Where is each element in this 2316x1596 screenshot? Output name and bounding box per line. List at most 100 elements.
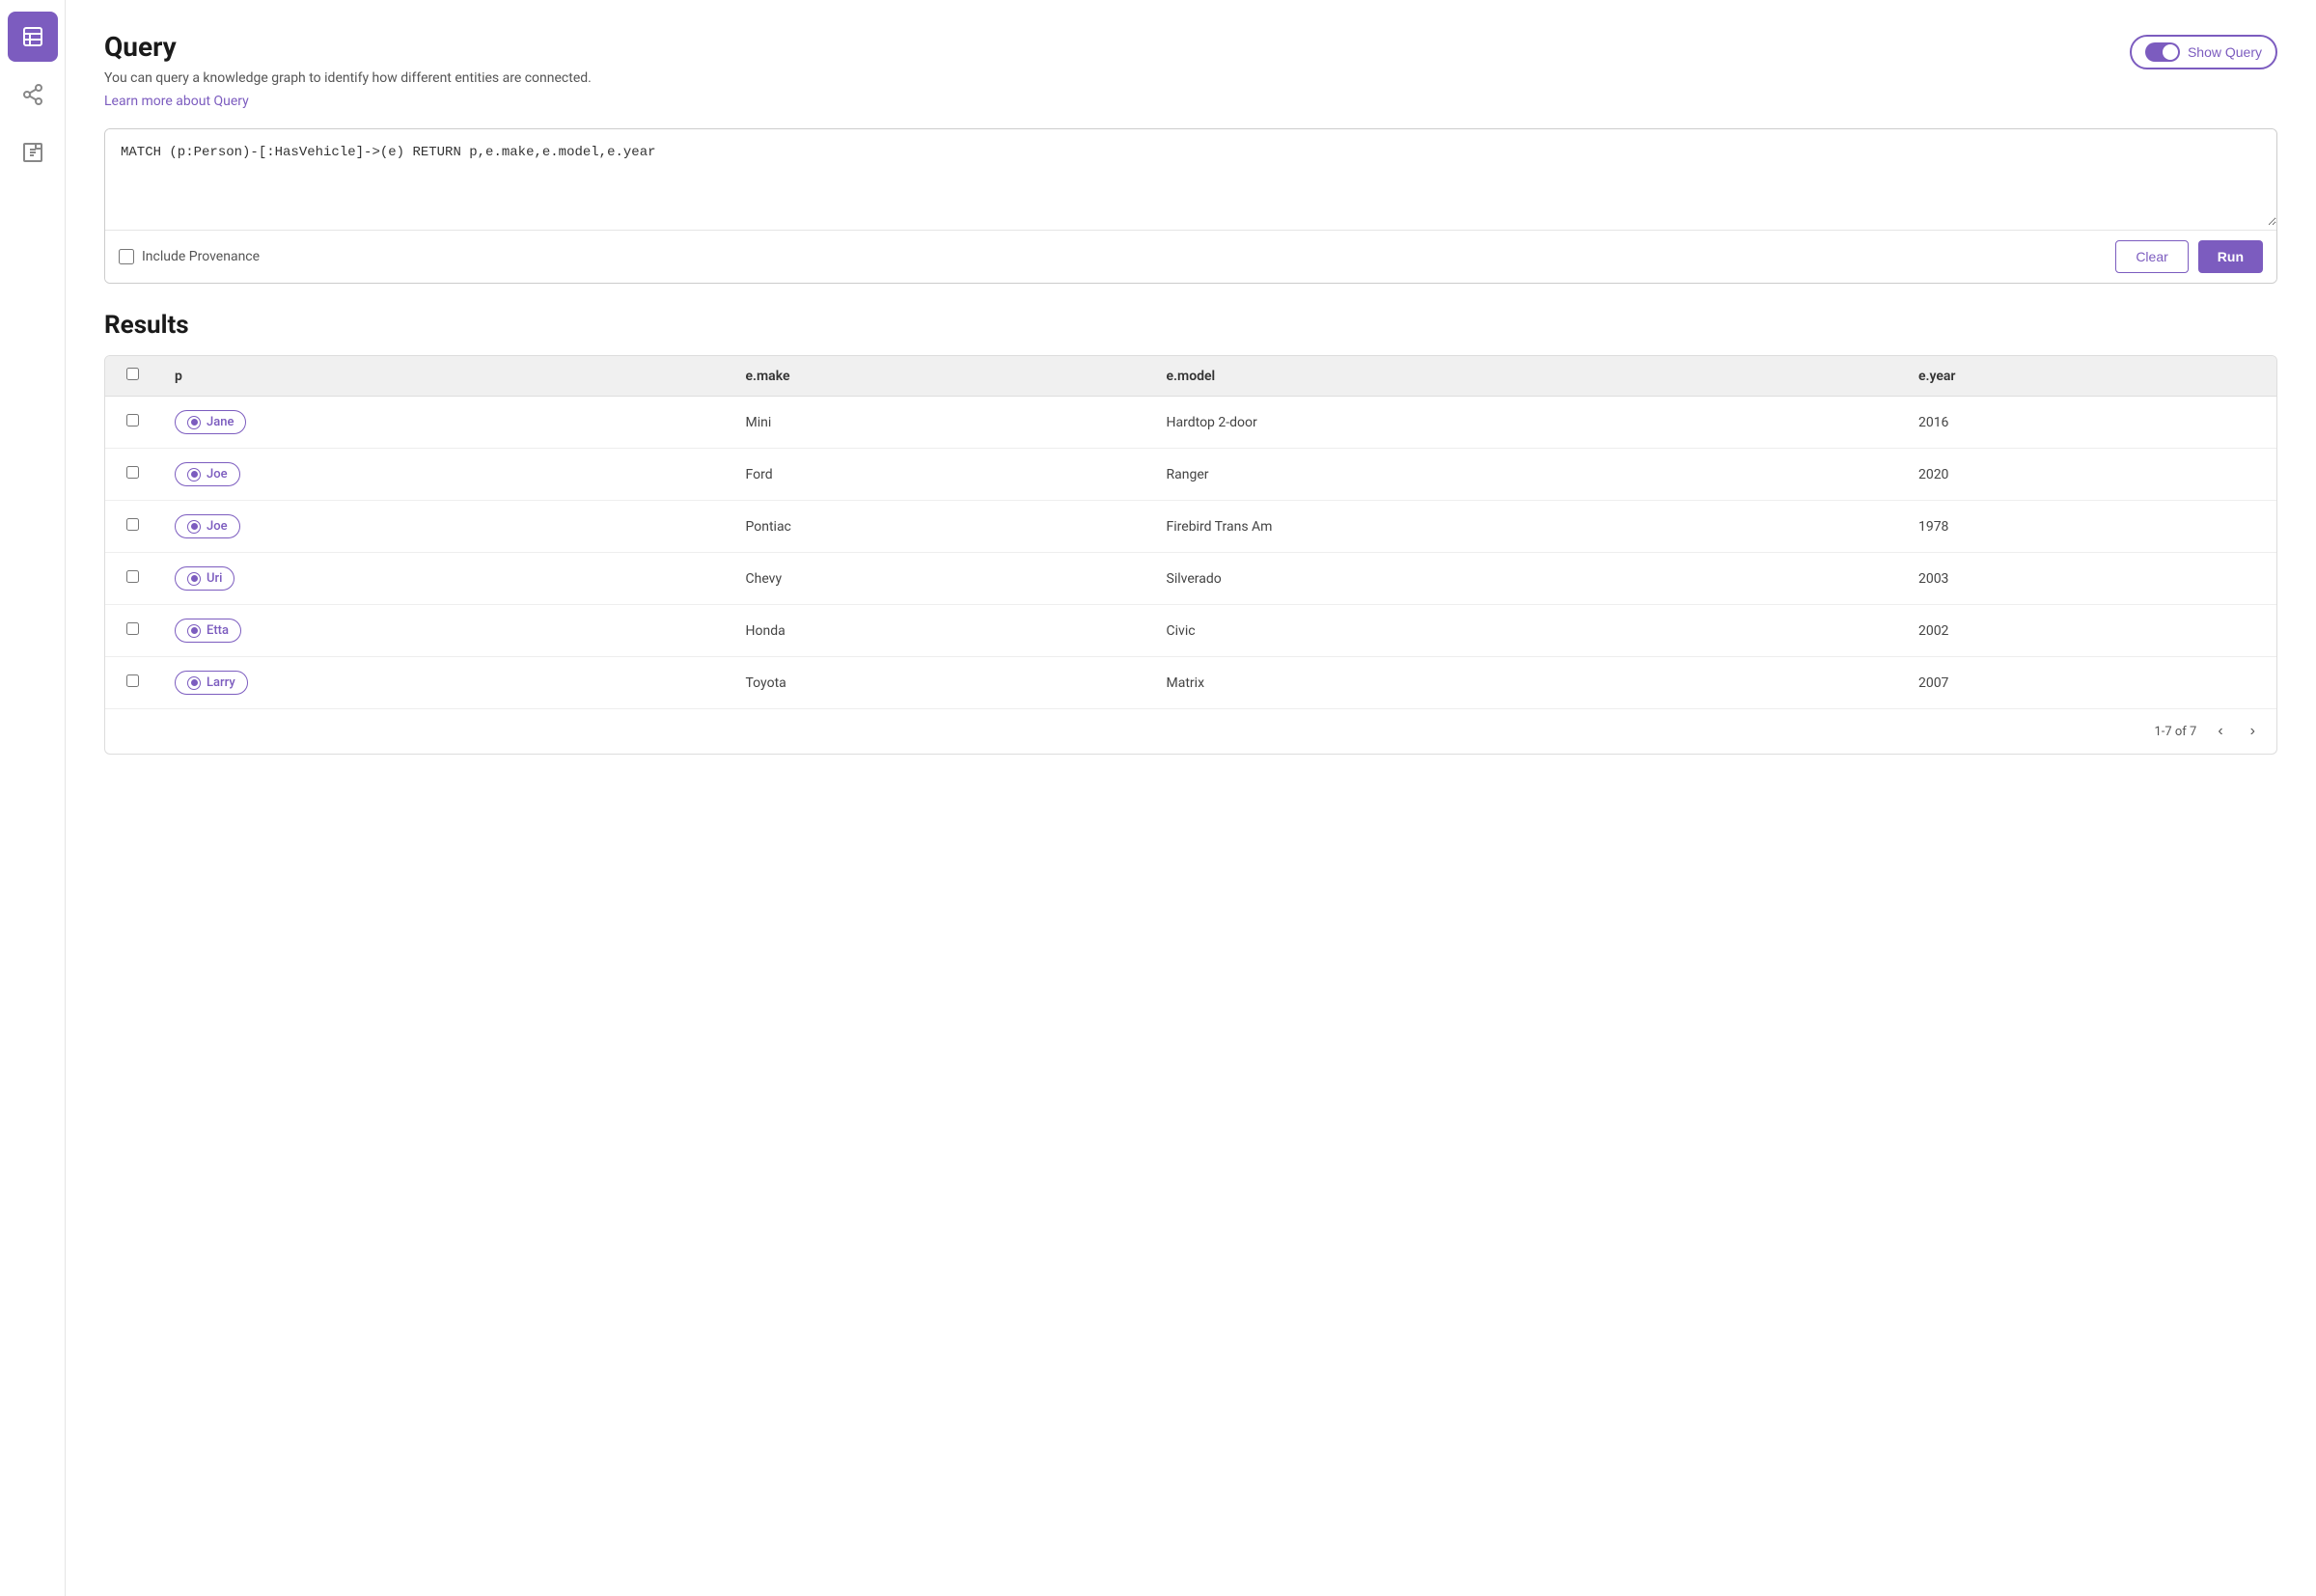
header-left: Query You can query a knowledge graph to…: [104, 31, 592, 109]
entity-pill-label: Jane: [207, 415, 234, 429]
run-button[interactable]: Run: [2198, 240, 2263, 273]
entity-pill-dot: [187, 468, 201, 482]
include-provenance-checkbox[interactable]: [119, 249, 134, 264]
entity-pill-label: Joe: [207, 467, 228, 482]
learn-more-link[interactable]: Learn more about Query: [104, 94, 249, 109]
prev-page-button[interactable]: ‹: [2212, 721, 2228, 742]
row-checkbox[interactable]: [126, 414, 139, 427]
row-checkbox-cell: [105, 501, 159, 553]
header-row: Query You can query a knowledge graph to…: [104, 31, 2277, 109]
cell-p: Larry: [159, 657, 731, 709]
cell-e_model: Civic: [1151, 605, 1903, 657]
col-emake: e.make: [731, 356, 1151, 397]
app-layout: Query You can query a knowledge graph to…: [0, 0, 2316, 1596]
show-query-toggle[interactable]: Show Query: [2130, 35, 2277, 69]
cell-e_year: 2003: [1903, 553, 2276, 605]
entity-pill-dot-inner: [191, 627, 198, 634]
row-checkbox-cell: [105, 397, 159, 449]
table-row: Jane MiniHardtop 2-door2016: [105, 397, 2276, 449]
entity-pill-dot-inner: [191, 471, 198, 478]
cell-e_model: Hardtop 2-door: [1151, 397, 1903, 449]
entity-pill[interactable]: Larry: [175, 671, 248, 695]
entity-pill[interactable]: Jane: [175, 410, 246, 434]
select-all-checkbox[interactable]: [126, 368, 139, 380]
row-checkbox-cell: [105, 553, 159, 605]
cell-e_model: Matrix: [1151, 657, 1903, 709]
row-checkbox[interactable]: [126, 518, 139, 531]
cell-e_model: Firebird Trans Am: [1151, 501, 1903, 553]
page-title: Query: [104, 31, 592, 63]
entity-pill-label: Larry: [207, 675, 235, 690]
edit-icon: [21, 141, 44, 164]
query-box: MATCH (p:Person)-[:HasVehicle]->(e) RETU…: [104, 128, 2277, 284]
cell-e_make: Pontiac: [731, 501, 1151, 553]
entity-pill[interactable]: Joe: [175, 514, 240, 538]
cell-e_make: Ford: [731, 449, 1151, 501]
entity-pill-label: Etta: [207, 623, 229, 638]
sidebar: [0, 0, 66, 1596]
cell-e_year: 2020: [1903, 449, 2276, 501]
entity-pill-dot: [187, 572, 201, 586]
header-row-tr: p e.make e.model e.year: [105, 356, 2276, 397]
row-checkbox-cell: [105, 605, 159, 657]
entity-pill-label: Uri: [207, 571, 222, 586]
entity-pill[interactable]: Uri: [175, 566, 234, 591]
entity-pill-dot-inner: [191, 575, 198, 582]
sidebar-item-share[interactable]: [8, 69, 58, 120]
query-footer: Include Provenance Clear Run: [105, 230, 2276, 283]
sidebar-item-edit[interactable]: [8, 127, 58, 178]
entity-pill-dot-inner: [191, 523, 198, 530]
cell-e_make: Mini: [731, 397, 1151, 449]
table-row: LarryToyotaMatrix2007: [105, 657, 2276, 709]
results-table: p e.make e.model e.year Jane MiniHardtop …: [105, 356, 2276, 708]
toggle-knob: [2163, 44, 2178, 60]
col-checkbox: [105, 356, 159, 397]
col-eyear: e.year: [1903, 356, 2276, 397]
row-checkbox[interactable]: [126, 466, 139, 479]
cell-p: Joe: [159, 449, 731, 501]
share-icon: [21, 83, 44, 106]
row-checkbox[interactable]: [126, 622, 139, 635]
cell-e_model: Silverado: [1151, 553, 1903, 605]
page-description: You can query a knowledge graph to ident…: [104, 70, 592, 86]
entity-pill[interactable]: Joe: [175, 462, 240, 486]
show-query-label: Show Query: [2188, 44, 2262, 60]
entity-pill-dot: [187, 676, 201, 690]
sidebar-item-table[interactable]: [8, 12, 58, 62]
main-content: Query You can query a knowledge graph to…: [66, 0, 2316, 1596]
row-checkbox-cell: [105, 657, 159, 709]
entity-pill[interactable]: Etta: [175, 619, 241, 643]
table-header: p e.make e.model e.year: [105, 356, 2276, 397]
cell-e_year: 2002: [1903, 605, 2276, 657]
results-title: Results: [104, 311, 2277, 340]
entity-pill-dot-inner: [191, 679, 198, 686]
clear-button[interactable]: Clear: [2115, 240, 2188, 273]
toggle-switch: [2145, 42, 2180, 62]
cell-e_make: Toyota: [731, 657, 1151, 709]
cell-e_make: Honda: [731, 605, 1151, 657]
row-checkbox-cell: [105, 449, 159, 501]
table-row: Joe FordRanger2020: [105, 449, 2276, 501]
query-textarea[interactable]: MATCH (p:Person)-[:HasVehicle]->(e) RETU…: [105, 129, 2276, 226]
cell-p: Jane: [159, 397, 731, 449]
row-checkbox[interactable]: [126, 674, 139, 687]
entity-pill-dot: [187, 416, 201, 429]
table-row: Etta HondaCivic2002: [105, 605, 2276, 657]
entity-pill-label: Joe: [207, 519, 228, 534]
include-provenance-label[interactable]: Include Provenance: [119, 249, 260, 264]
cell-p: Uri: [159, 553, 731, 605]
cell-e_model: Ranger: [1151, 449, 1903, 501]
col-emodel: e.model: [1151, 356, 1903, 397]
table-icon: [21, 25, 44, 48]
next-page-button[interactable]: ›: [2245, 721, 2261, 742]
entity-pill-dot: [187, 624, 201, 638]
cell-e_year: 2016: [1903, 397, 2276, 449]
cell-e_year: 1978: [1903, 501, 2276, 553]
results-table-container: p e.make e.model e.year Jane MiniHardtop …: [104, 355, 2277, 755]
table-row: Joe PontiacFirebird Trans Am1978: [105, 501, 2276, 553]
cell-e_make: Chevy: [731, 553, 1151, 605]
table-row: Uri ChevySilverado2003: [105, 553, 2276, 605]
table-footer: 1-7 of 7 ‹ ›: [105, 708, 2276, 754]
row-checkbox[interactable]: [126, 570, 139, 583]
query-actions: Clear Run: [2115, 240, 2263, 273]
